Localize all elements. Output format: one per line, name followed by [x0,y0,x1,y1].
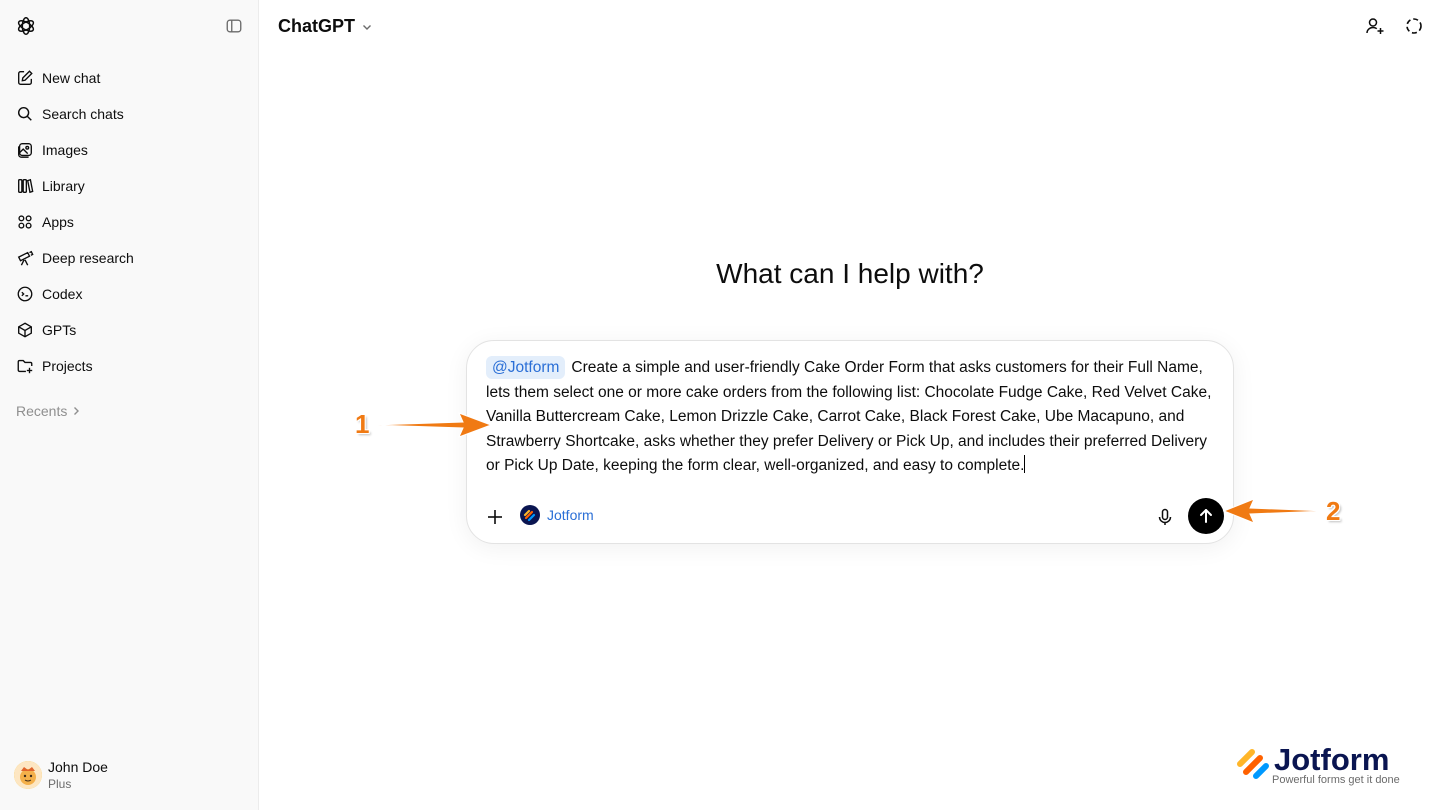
jotform-watermark-logo-icon [1237,749,1269,779]
search-icon [17,106,32,121]
prompt-text: Create a simple and user-friendly Cake O… [486,359,1212,474]
sidebar-item-images[interactable]: Images [8,132,251,168]
add-people-icon[interactable] [1365,16,1385,36]
avatar-face-icon [14,761,42,789]
model-name: ChatGPT [278,16,356,36]
sidebar-item-label: GPTs [42,322,77,338]
user-plan: Plus [48,777,72,791]
sidebar-item-projects[interactable]: Projects [8,348,251,384]
annotation-number: 1 [355,409,370,439]
send-button[interactable] [1188,498,1224,534]
sidebar-item-apps[interactable]: Apps [8,204,251,240]
app-mention-tag[interactable]: @Jotform [486,356,566,379]
microphone-icon[interactable] [1155,507,1175,527]
arrow-left-icon [1222,498,1327,524]
arrow-up-icon [1200,509,1212,523]
telescope-icon [17,250,34,266]
apps-icon [18,215,32,229]
sidebar-item-new-chat[interactable]: New chat [8,60,251,96]
sidebar-item-library[interactable]: Library [8,168,251,204]
annotation-number: 2 [1326,496,1341,526]
sidebar-item-codex[interactable]: Codex [8,276,251,312]
sidebar-item-search-chats[interactable]: Search chats [8,96,251,132]
sidebar-item-label: New chat [42,70,101,86]
library-icon [18,178,34,194]
sidebar-item-label: Images [42,142,88,158]
codex-icon [17,286,33,302]
sidebar-item-label: Library [42,178,85,194]
watermark-tagline: Powerful forms get it done [1272,774,1400,786]
sidebar-nav: New chat Search chats Images Library App… [8,60,251,384]
sidebar: New chat Search chats Images Library App… [0,0,259,810]
sidebar-item-gpts[interactable]: GPTs [8,312,251,348]
watermark-brand: Jotform [1274,742,1390,777]
sidebar-item-label: Apps [42,214,74,230]
text-caret [1024,455,1026,473]
sidebar-item-label: Projects [42,358,93,374]
prompt-composer[interactable]: @Jotform Create a simple and user-friendl… [466,340,1234,544]
sidebar-item-label: Search chats [42,106,124,122]
user-profile[interactable]: John Doe Plus [14,758,108,792]
model-picker[interactable]: ChatGPT [278,16,373,37]
chevron-right-icon [74,407,80,415]
avatar [14,761,42,789]
new-chat-icon [18,70,33,85]
user-name: John Doe [48,759,108,775]
jotform-watermark: Jotform Powerful forms get it done [1236,742,1406,790]
arrow-right-icon [372,412,493,438]
jotform-logo-icon [520,505,540,525]
recents-toggle[interactable]: Recents [16,403,82,419]
openai-logo-icon[interactable] [15,15,37,37]
recents-label: Recents [16,403,68,419]
page-title: What can I help with? [716,258,984,289]
temporary-chat-icon[interactable] [1404,16,1424,36]
folder-plus-icon [17,359,33,374]
prompt-input[interactable]: @Jotform Create a simple and user-friendl… [486,356,1216,479]
toggle-sidebar-icon[interactable] [225,17,243,35]
sidebar-item-label: Codex [42,286,83,302]
jotform-app-chip[interactable]: Jotform [520,505,594,525]
sidebar-item-deep-research[interactable]: Deep research [8,240,251,276]
app-chip-label: Jotform [547,507,594,523]
cube-icon [18,322,32,338]
images-icon [18,143,32,158]
chevron-down-icon [363,24,372,30]
plus-icon[interactable] [485,507,505,527]
sidebar-item-label: Deep research [42,250,134,266]
